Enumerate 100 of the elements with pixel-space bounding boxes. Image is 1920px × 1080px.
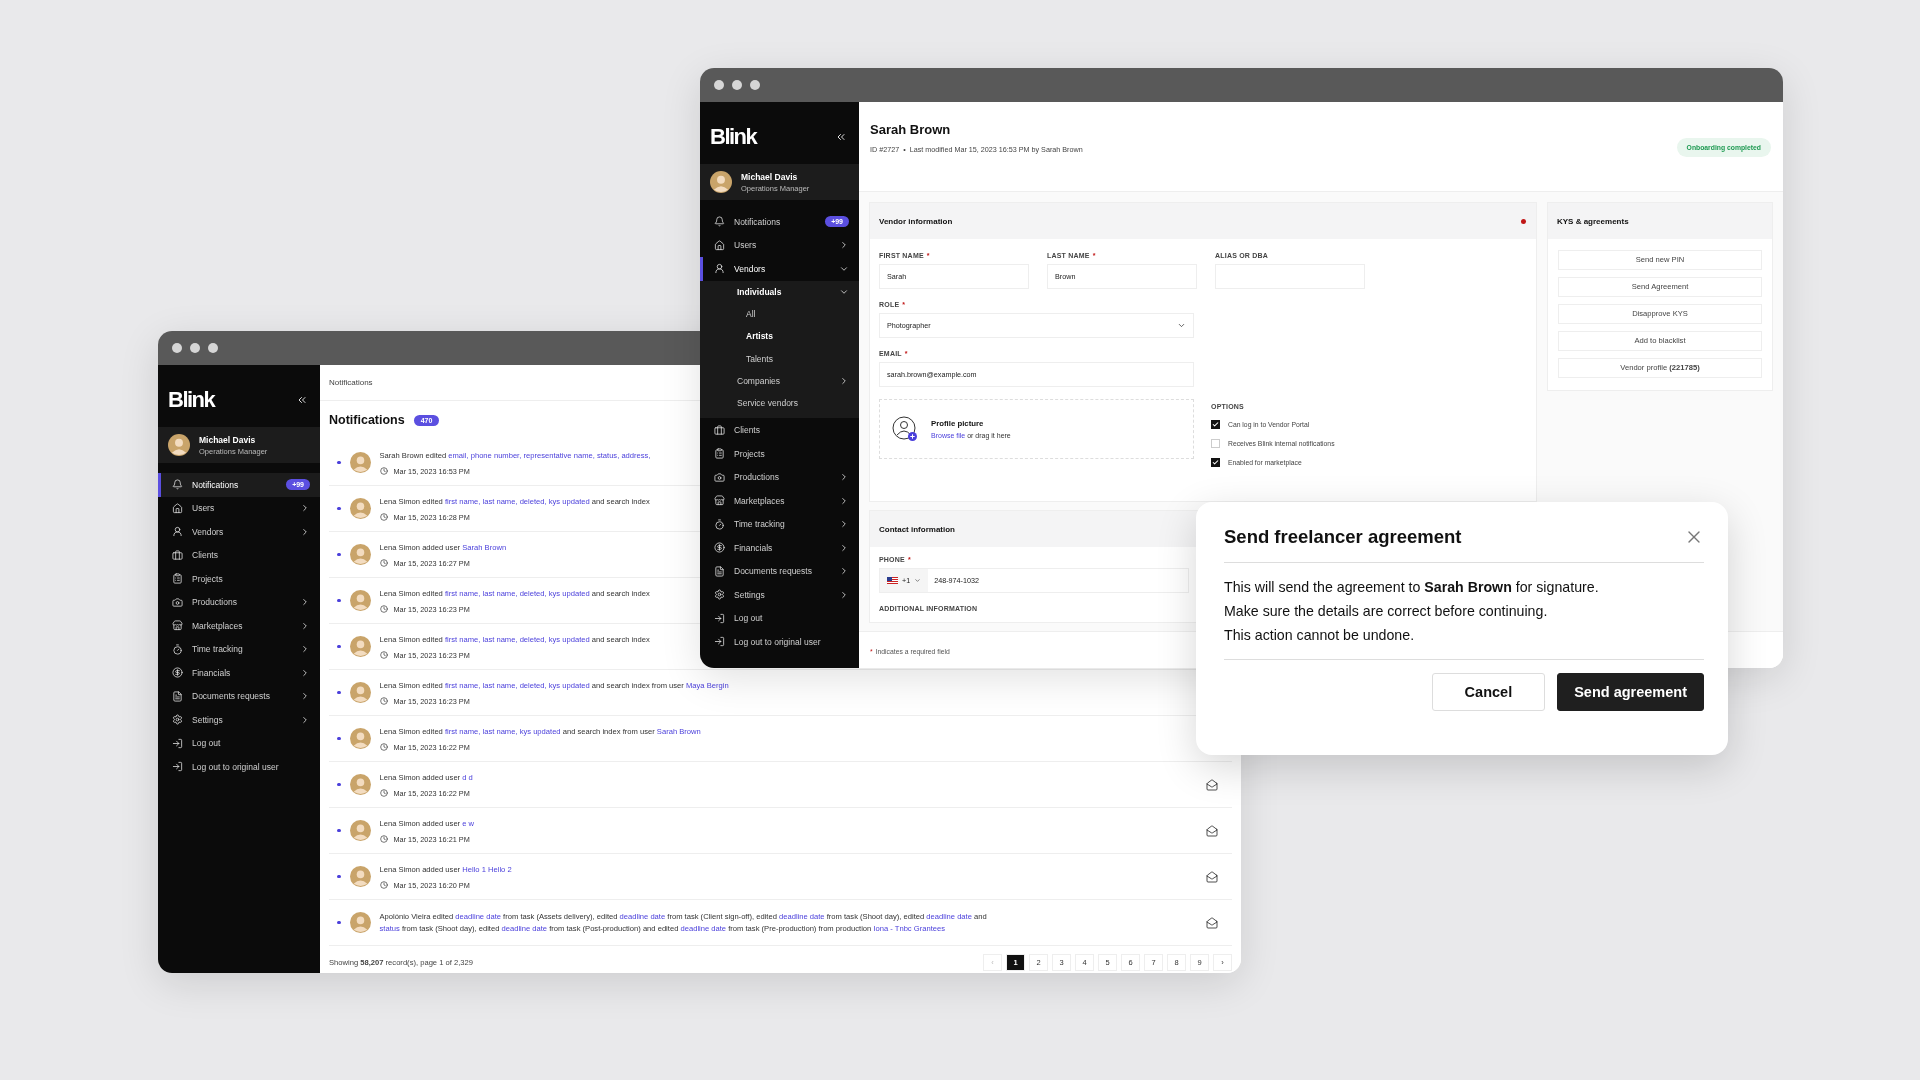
dialog-text: This will send the agreement to Sarah Brown for signature. <box>1224 578 1600 597</box>
clock-icon <box>379 605 388 613</box>
bell-icon <box>172 479 183 491</box>
collapse-icon[interactable] <box>296 394 308 406</box>
timer-icon <box>714 518 725 530</box>
user-icon <box>172 526 183 538</box>
mail-open-icon[interactable] <box>1206 824 1218 837</box>
nav-item[interactable]: Projects <box>700 441 859 466</box>
logout-icon <box>714 612 725 624</box>
nav-item[interactable]: All <box>700 302 859 326</box>
logo: Blink <box>168 387 215 413</box>
briefcase-icon <box>172 549 183 561</box>
caret-icon <box>914 577 922 584</box>
send-agreement-button[interactable]: Send agreement <box>1557 673 1704 711</box>
nav-item[interactable]: Artists <box>700 325 859 348</box>
camera-icon <box>714 471 725 483</box>
clock-icon <box>379 697 388 705</box>
user-name: Michael Davis <box>741 171 799 182</box>
breadcrumb[interactable]: Notifications <box>329 378 373 387</box>
nav-item[interactable]: Productions <box>700 465 859 489</box>
nav-item[interactable]: Time tracking <box>700 512 859 536</box>
camera-icon <box>172 596 183 608</box>
bell-icon <box>714 216 725 228</box>
clock-icon <box>379 559 388 567</box>
dialog-text: Make sure the details are correct before continuing. <box>1224 602 1549 621</box>
user-add-icon <box>892 416 918 442</box>
dollar-icon <box>172 667 183 679</box>
nav-item[interactable]: Productions <box>158 590 320 614</box>
clock-icon <box>379 513 388 521</box>
nav-item[interactable]: Individuals <box>700 280 859 303</box>
nav-item[interactable]: Talents <box>700 347 859 370</box>
clock-icon <box>379 467 388 475</box>
nav-item[interactable]: Marketplaces <box>700 488 859 513</box>
nav-item[interactable]: Companies <box>700 369 859 392</box>
nav-item[interactable]: Documents requests <box>158 684 320 708</box>
nav-item[interactable]: Log out to original user <box>158 755 320 779</box>
house-icon <box>172 502 183 514</box>
avatar <box>349 774 371 795</box>
clock-icon <box>379 743 388 751</box>
nav-item[interactable]: Log out <box>700 606 859 630</box>
cancel-button[interactable]: Cancel <box>1431 673 1546 711</box>
dialog-title: Send freelancer agreement <box>1224 526 1462 548</box>
nav-item[interactable]: Service vendors <box>700 392 859 415</box>
house-icon <box>714 239 725 251</box>
nav-item[interactable]: Log out <box>158 731 320 755</box>
nav-item[interactable]: Clients <box>700 418 859 442</box>
document-icon <box>714 565 725 577</box>
clock-icon <box>379 835 388 843</box>
document-icon <box>172 690 183 702</box>
logout-icon <box>714 636 725 648</box>
nav-item[interactable]: Clients <box>158 543 320 567</box>
collapse-icon[interactable] <box>835 131 847 143</box>
nav-item[interactable]: Documents requests <box>700 559 859 583</box>
logo: Blink <box>710 124 757 150</box>
nav-item[interactable]: Settings <box>158 708 320 732</box>
avatar <box>168 434 190 456</box>
mail-open-icon[interactable] <box>1206 870 1218 883</box>
avatar <box>349 912 371 933</box>
logout-icon <box>172 737 183 749</box>
settings-icon <box>714 589 725 601</box>
nav-item[interactable]: Projects <box>158 567 320 591</box>
avatar <box>349 498 371 519</box>
nav-item[interactable]: Settings <box>700 582 859 607</box>
logout-icon <box>172 761 183 773</box>
user-name: Michael Davis <box>199 434 257 445</box>
nav-item[interactable]: Users <box>158 496 320 520</box>
timer-icon <box>172 643 183 655</box>
dollar-icon <box>714 542 725 554</box>
nav-item[interactable]: Financials <box>700 535 859 560</box>
clipboard-icon <box>172 573 183 585</box>
avatar <box>349 682 371 703</box>
checkbox[interactable] <box>1211 420 1220 429</box>
nav-item[interactable]: Financials <box>158 661 320 685</box>
avatar <box>710 171 732 193</box>
briefcase-icon <box>714 424 725 436</box>
panel-title: KYS & agreements <box>1557 216 1629 226</box>
settings-icon <box>172 714 183 726</box>
avatar <box>349 820 371 841</box>
panel-title: Contact information <box>879 524 955 534</box>
chevron-down-icon <box>1177 321 1186 330</box>
vendor-name: Sarah Brown <box>870 122 952 137</box>
user-icon <box>714 263 725 275</box>
mail-open-icon[interactable] <box>1206 778 1218 791</box>
avatar <box>349 590 371 611</box>
clock-icon <box>379 881 388 889</box>
clipboard-icon <box>714 448 725 460</box>
flag-icon <box>887 577 898 584</box>
nav-item[interactable]: Log out to original user <box>700 629 859 654</box>
avatar <box>349 866 371 887</box>
dialog-text: This action cannot be undone. <box>1224 626 1416 645</box>
page-title: Notifications <box>329 413 405 427</box>
nav-item[interactable]: Time tracking <box>158 637 320 661</box>
store-icon <box>172 620 183 632</box>
nav-item[interactable]: Vendors <box>158 520 320 544</box>
nav-item[interactable]: Marketplaces <box>158 614 320 638</box>
clock-icon <box>379 789 388 797</box>
checkbox[interactable] <box>1211 458 1220 467</box>
avatar <box>349 452 371 473</box>
nav-item[interactable]: Users <box>700 233 859 257</box>
mail-open-icon[interactable] <box>1206 916 1218 929</box>
